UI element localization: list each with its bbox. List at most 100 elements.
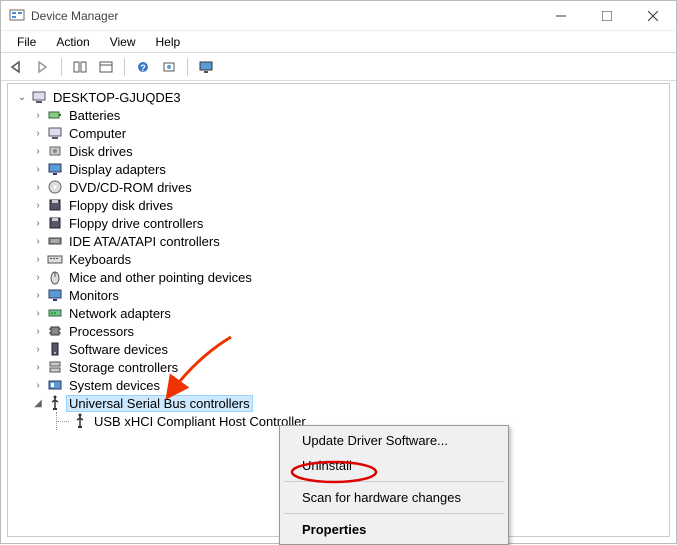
- tree-category[interactable]: › Batteries: [8, 106, 669, 124]
- forward-button[interactable]: [31, 56, 55, 78]
- category-label: Monitors: [66, 288, 122, 303]
- tree-category[interactable]: › Network adapters: [8, 304, 669, 322]
- computer-icon: [31, 89, 47, 105]
- chevron-right-icon[interactable]: ›: [32, 272, 44, 283]
- tree-category[interactable]: › Software devices: [8, 340, 669, 358]
- category-label: DVD/CD-ROM drives: [66, 180, 195, 195]
- system-icon: [47, 377, 63, 393]
- chevron-right-icon[interactable]: ›: [32, 182, 44, 193]
- device-manager-window: Device Manager File Action View Help ? ⌄…: [0, 0, 677, 544]
- chevron-right-icon[interactable]: ›: [32, 254, 44, 265]
- toolbar: ?: [1, 53, 676, 81]
- expand-open-icon[interactable]: ◢: [32, 398, 44, 409]
- chevron-right-icon[interactable]: ›: [32, 290, 44, 301]
- tree-category[interactable]: › Display adapters: [8, 160, 669, 178]
- chevron-right-icon[interactable]: ›: [32, 344, 44, 355]
- chevron-right-icon[interactable]: ›: [32, 236, 44, 247]
- tree-category[interactable]: › Monitors: [8, 286, 669, 304]
- chevron-right-icon[interactable]: ›: [32, 218, 44, 229]
- chevron-right-icon[interactable]: ›: [32, 146, 44, 157]
- minimize-button[interactable]: [538, 1, 584, 31]
- category-label: Processors: [66, 324, 137, 339]
- keyboard-icon: [47, 251, 63, 267]
- tree-category[interactable]: › Computer: [8, 124, 669, 142]
- menu-file[interactable]: File: [7, 33, 46, 51]
- chevron-right-icon[interactable]: ›: [32, 362, 44, 373]
- cm-scan[interactable]: Scan for hardware changes: [282, 485, 506, 510]
- back-button[interactable]: [5, 56, 29, 78]
- cm-update-driver[interactable]: Update Driver Software...: [282, 428, 506, 453]
- tree-category[interactable]: › Storage controllers: [8, 358, 669, 376]
- device-tree[interactable]: ⌄ DESKTOP-GJUQDE3 › Batteries › Computer › Di…: [8, 84, 669, 434]
- category-label: Floppy drive controllers: [66, 216, 206, 231]
- titlebar: Device Manager: [1, 1, 676, 31]
- category-label: Mice and other pointing devices: [66, 270, 255, 285]
- floppy-icon: [47, 197, 63, 213]
- usb-icon: [47, 395, 63, 411]
- show-hide-tree-button[interactable]: [68, 56, 92, 78]
- context-menu: Update Driver Software... Uninstall Scan…: [279, 425, 509, 545]
- ide-icon: [47, 233, 63, 249]
- tree-root-label: DESKTOP-GJUQDE3: [50, 90, 184, 105]
- cm-uninstall[interactable]: Uninstall: [282, 453, 506, 478]
- menu-action[interactable]: Action: [46, 33, 99, 51]
- maximize-button[interactable]: [584, 1, 630, 31]
- chevron-right-icon[interactable]: ›: [32, 128, 44, 139]
- properties-button[interactable]: [94, 56, 118, 78]
- category-label: Universal Serial Bus controllers: [66, 395, 253, 412]
- computer-icon: [47, 125, 63, 141]
- category-label: IDE ATA/ATAPI controllers: [66, 234, 223, 249]
- dvd-icon: [47, 179, 63, 195]
- category-label: Batteries: [66, 108, 123, 123]
- processor-icon: [47, 323, 63, 339]
- tree-category[interactable]: › IDE ATA/ATAPI controllers: [8, 232, 669, 250]
- category-label: Disk drives: [66, 144, 136, 159]
- tree-category[interactable]: › Processors: [8, 322, 669, 340]
- cm-properties[interactable]: Properties: [282, 517, 506, 542]
- network-icon: [47, 305, 63, 321]
- device-label: USB xHCI Compliant Host Controller: [91, 414, 309, 429]
- chevron-right-icon[interactable]: ›: [32, 326, 44, 337]
- chevron-right-icon[interactable]: ›: [32, 200, 44, 211]
- help-button[interactable]: ?: [131, 56, 155, 78]
- monitor-icon: [47, 287, 63, 303]
- floppy-icon: [47, 215, 63, 231]
- category-label: System devices: [66, 378, 163, 393]
- tree-category[interactable]: › Disk drives: [8, 142, 669, 160]
- tree-category[interactable]: ◢ Universal Serial Bus controllers: [8, 394, 669, 412]
- category-label: Floppy disk drives: [66, 198, 176, 213]
- chevron-right-icon[interactable]: ›: [32, 164, 44, 175]
- category-label: Keyboards: [66, 252, 134, 267]
- mouse-icon: [47, 269, 63, 285]
- toolbar-separator: [124, 58, 125, 76]
- storage-icon: [47, 359, 63, 375]
- tree-category[interactable]: › Mice and other pointing devices: [8, 268, 669, 286]
- category-label: Computer: [66, 126, 129, 141]
- category-label: Network adapters: [66, 306, 174, 321]
- menu-help[interactable]: Help: [146, 33, 191, 51]
- tree-category[interactable]: › Floppy drive controllers: [8, 214, 669, 232]
- display-icon: [47, 161, 63, 177]
- tree-root[interactable]: ⌄ DESKTOP-GJUQDE3: [8, 88, 669, 106]
- chevron-right-icon[interactable]: ›: [32, 308, 44, 319]
- usb-icon: [72, 413, 88, 429]
- tree-category[interactable]: › System devices: [8, 376, 669, 394]
- app-icon: [9, 8, 25, 24]
- cm-separator: [284, 481, 504, 482]
- disk-icon: [47, 143, 63, 159]
- tree-category[interactable]: › Floppy disk drives: [8, 196, 669, 214]
- category-label: Display adapters: [66, 162, 169, 177]
- software-icon: [47, 341, 63, 357]
- menu-view[interactable]: View: [100, 33, 146, 51]
- scan-button[interactable]: [157, 56, 181, 78]
- category-label: Storage controllers: [66, 360, 181, 375]
- category-label: Software devices: [66, 342, 171, 357]
- chevron-right-icon[interactable]: ›: [32, 380, 44, 391]
- tree-category[interactable]: › DVD/CD-ROM drives: [8, 178, 669, 196]
- tree-category[interactable]: › Keyboards: [8, 250, 669, 268]
- monitor-icon-button[interactable]: [194, 56, 218, 78]
- chevron-right-icon[interactable]: ›: [32, 110, 44, 121]
- cm-separator: [284, 513, 504, 514]
- close-button[interactable]: [630, 1, 676, 31]
- chevron-down-icon[interactable]: ⌄: [16, 92, 28, 103]
